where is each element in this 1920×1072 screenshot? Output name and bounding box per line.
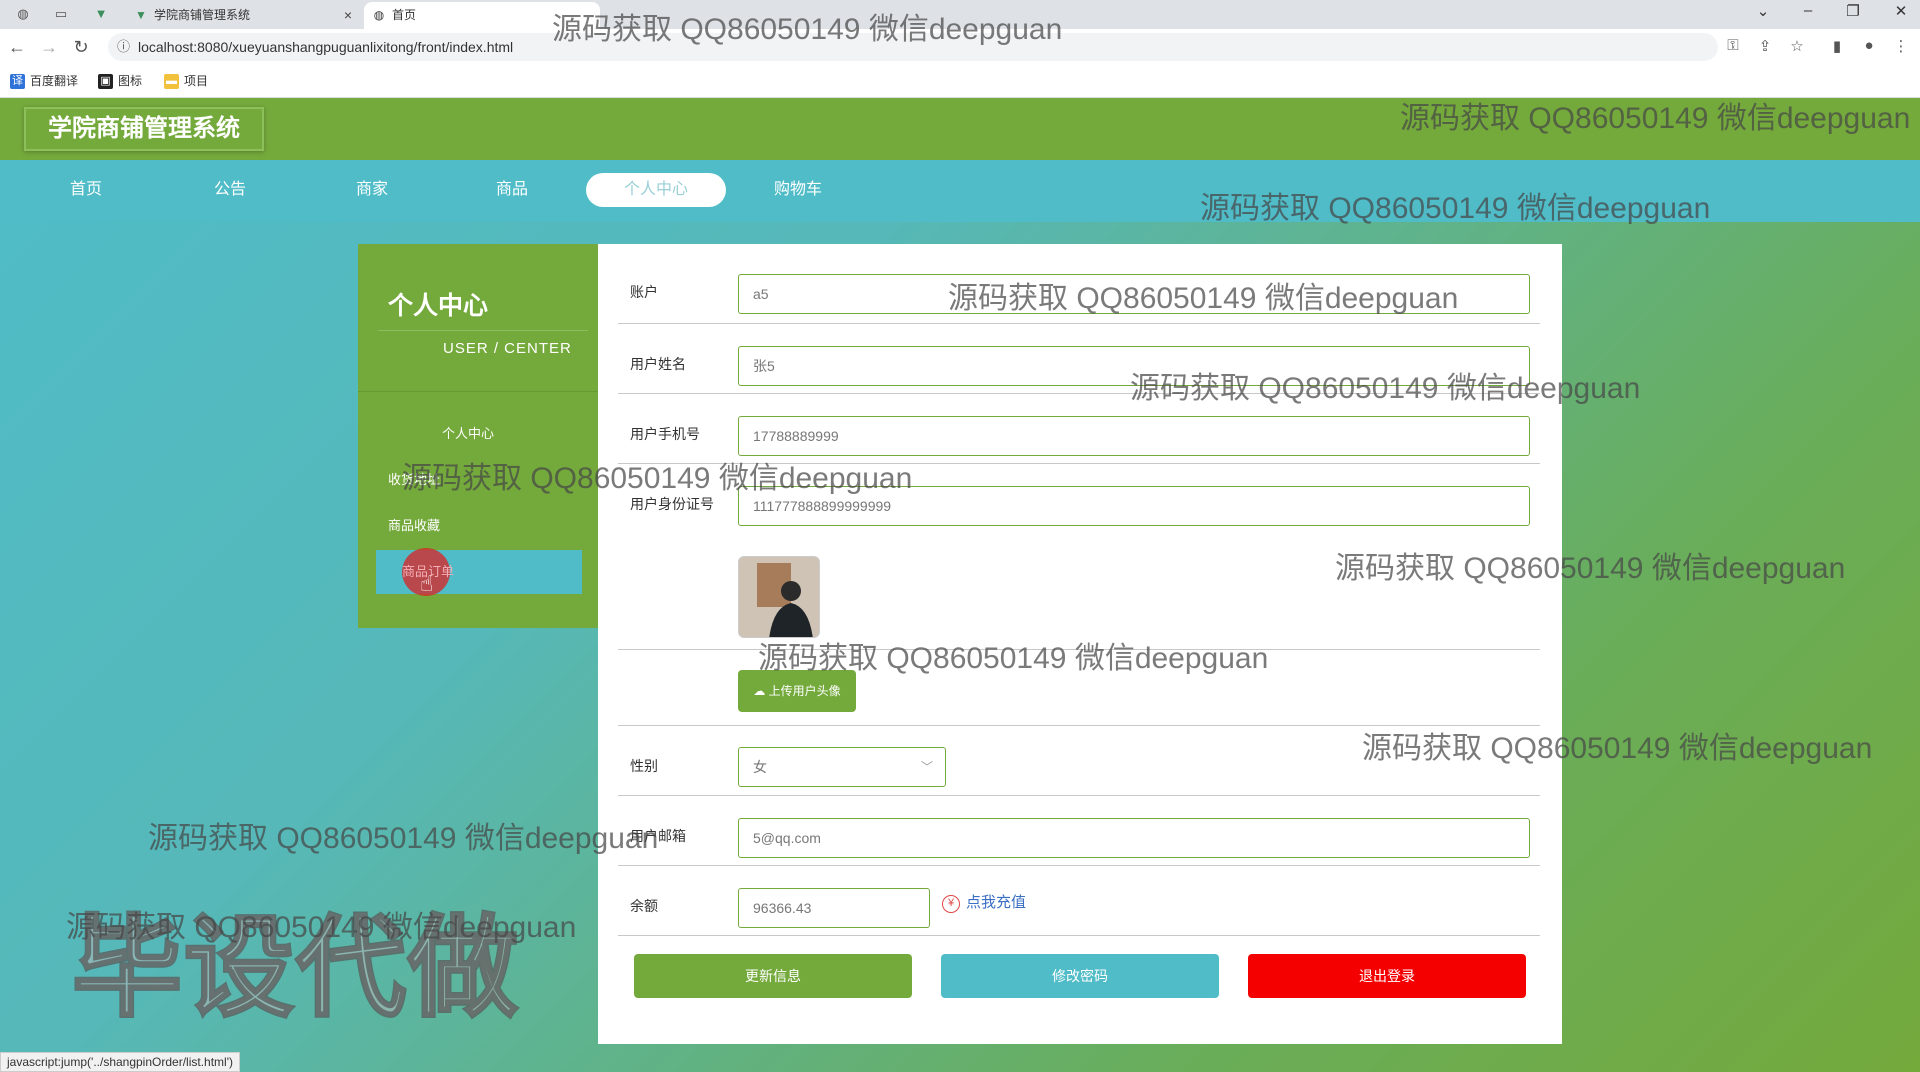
recharge-label: 点我充值 [966, 894, 1027, 911]
blank-tab-icon[interactable]: ▭ [52, 5, 70, 23]
email-input[interactable]: 5@qq.com [738, 818, 1530, 858]
reload-icon[interactable]: ↻ [70, 36, 92, 58]
form-row-id-card: 用户身份证号 111777888899999999 [618, 464, 1540, 534]
site-header: 学院商铺管理系统 [0, 98, 1920, 160]
nav-home[interactable]: 首页 [16, 173, 156, 207]
forward-icon[interactable]: → [38, 36, 60, 58]
info-icon[interactable]: ⓘ [117, 33, 130, 61]
id-card-input[interactable]: 111777888899999999 [738, 486, 1530, 526]
form-row-phone: 用户手机号 17788889999 [618, 394, 1540, 464]
site-logo[interactable]: 学院商铺管理系统 [24, 107, 264, 151]
phone-label: 用户手机号 [630, 426, 700, 442]
globe-icon: ◍ [373, 8, 385, 22]
account-label: 账户 [630, 284, 658, 300]
nav-merchant[interactable]: 商家 [302, 173, 442, 207]
browser-tabbar: ◍ ▭ ▼ ▼ 学院商铺管理系统 × ◍ 首页 ⌄ – ❐ ✕ [0, 0, 1920, 29]
chevron-down-icon[interactable]: ⌄ [1748, 2, 1778, 20]
nav-user-center[interactable]: 个人中心 [586, 173, 726, 207]
translate-icon: 译 [10, 74, 25, 89]
yen-icon: ¥ [942, 895, 960, 913]
form-row-account: 账户 a5 [618, 244, 1540, 324]
divider [378, 330, 588, 331]
balance-label: 余额 [630, 898, 658, 914]
vue-icon[interactable]: ▼ [92, 5, 110, 23]
form-divider [618, 650, 1540, 726]
form-row-gender: 性别 女 ﹀ [618, 726, 1540, 796]
update-info-button[interactable]: 更新信息 [634, 954, 912, 998]
tab-title: 学院商铺管理系统 [154, 8, 251, 22]
back-icon[interactable]: ← [6, 36, 28, 58]
email-label: 用户邮箱 [630, 828, 686, 844]
sidebar-title: 个人中心 [388, 292, 489, 320]
sidebar-item-favorites[interactable]: 商品收藏 [376, 504, 582, 548]
menu-icon[interactable]: ⋮ [1890, 37, 1912, 55]
sidepanel-icon[interactable]: ▮ [1826, 37, 1848, 55]
gender-value: 女 [753, 759, 767, 775]
restore-icon[interactable]: ❐ [1838, 2, 1868, 20]
recharge-link[interactable]: ¥ 点我充值 [942, 891, 1026, 913]
balance-input[interactable]: 96366.43 [738, 888, 930, 928]
phone-input[interactable]: 17788889999 [738, 416, 1530, 456]
bookmark-project[interactable]: ▬ 项目 [164, 73, 208, 89]
gender-label: 性别 [630, 758, 658, 774]
gender-select[interactable]: 女 ﹀ [738, 747, 946, 787]
account-input[interactable]: a5 [738, 274, 1530, 314]
tab-title: 首页 [392, 8, 417, 22]
key-icon[interactable]: ⚿ [1722, 37, 1744, 54]
profile-form: 账户 a5 用户姓名 张5 用户手机号 17788889999 用户身份证号 1… [598, 244, 1562, 1044]
form-divider [618, 534, 1540, 650]
chevron-down-icon: ﹀ [920, 760, 933, 774]
url-input[interactable]: ⓘ localhost:8080/xueyuanshangpuguanlixit… [108, 33, 1718, 61]
folder-icon: ▬ [164, 74, 179, 89]
sidebar-subtitle: USER / CENTER [443, 340, 572, 357]
form-row-name: 用户姓名 张5 [618, 324, 1540, 394]
close-icon[interactable]: × [344, 2, 352, 29]
minimize-icon[interactable]: – [1793, 2, 1823, 19]
close-window-icon[interactable]: ✕ [1886, 2, 1916, 20]
main-nav: 首页 公告 商家 商品 个人中心 购物车 [0, 160, 1920, 222]
logout-button[interactable]: 退出登录 [1248, 954, 1526, 998]
sidebar-item-orders[interactable]: 商品订单 ☝ [376, 548, 582, 596]
form-row-balance: 余额 96366.43 [618, 866, 1540, 936]
hand-cursor-icon: ☝ [420, 571, 434, 596]
bookmark-label: 百度翻译 [30, 74, 79, 88]
vue-icon: ▼ [135, 8, 147, 22]
star-icon[interactable]: ☆ [1786, 37, 1808, 55]
change-password-button[interactable]: 修改密码 [941, 954, 1219, 998]
url-text: localhost:8080/xueyuanshangpuguanlixiton… [138, 39, 514, 55]
tab-home[interactable]: ◍ 首页 [364, 2, 600, 29]
share-icon[interactable]: ⇪ [1754, 37, 1776, 55]
user-center-sidebar: 个人中心 USER / CENTER 个人中心 收货地址 商品收藏 商品订单 ☝ [358, 244, 598, 628]
nav-cart[interactable]: 购物车 [728, 173, 868, 207]
address-bar-row: ← → ↻ ⓘ localhost:8080/xueyuanshangpugua… [0, 29, 1920, 65]
form-row-email: 用户邮箱 5@qq.com [618, 796, 1540, 866]
nav-goods[interactable]: 商品 [442, 173, 582, 207]
divider [358, 391, 598, 392]
bookmarks-bar: 译 百度翻译 ▣ 图标 ▬ 项目 [0, 65, 1920, 98]
id-card-label: 用户身份证号 [630, 496, 714, 512]
status-bar: javascript:jump('../shangpinOrder/list.h… [0, 1052, 240, 1072]
bookmark-icons[interactable]: ▣ 图标 [98, 73, 142, 89]
profile-icon[interactable]: ● [1858, 37, 1880, 54]
bookmark-label: 项目 [184, 74, 209, 88]
name-input[interactable]: 张5 [738, 346, 1530, 386]
sidebar-item-user-center[interactable]: 个人中心 [376, 412, 582, 456]
image-icon: ▣ [98, 74, 113, 89]
bookmark-translate[interactable]: 译 百度翻译 [10, 73, 78, 89]
bookmark-label: 图标 [118, 74, 143, 88]
sidebar-item-address[interactable]: 收货地址 [376, 458, 582, 502]
big-watermark: 毕设代做 [71, 906, 520, 1032]
globe-icon[interactable]: ◍ [14, 5, 32, 23]
name-label: 用户姓名 [630, 356, 686, 372]
tab-app[interactable]: ▼ 学院商铺管理系统 × [126, 2, 362, 29]
nav-notice[interactable]: 公告 [160, 173, 300, 207]
